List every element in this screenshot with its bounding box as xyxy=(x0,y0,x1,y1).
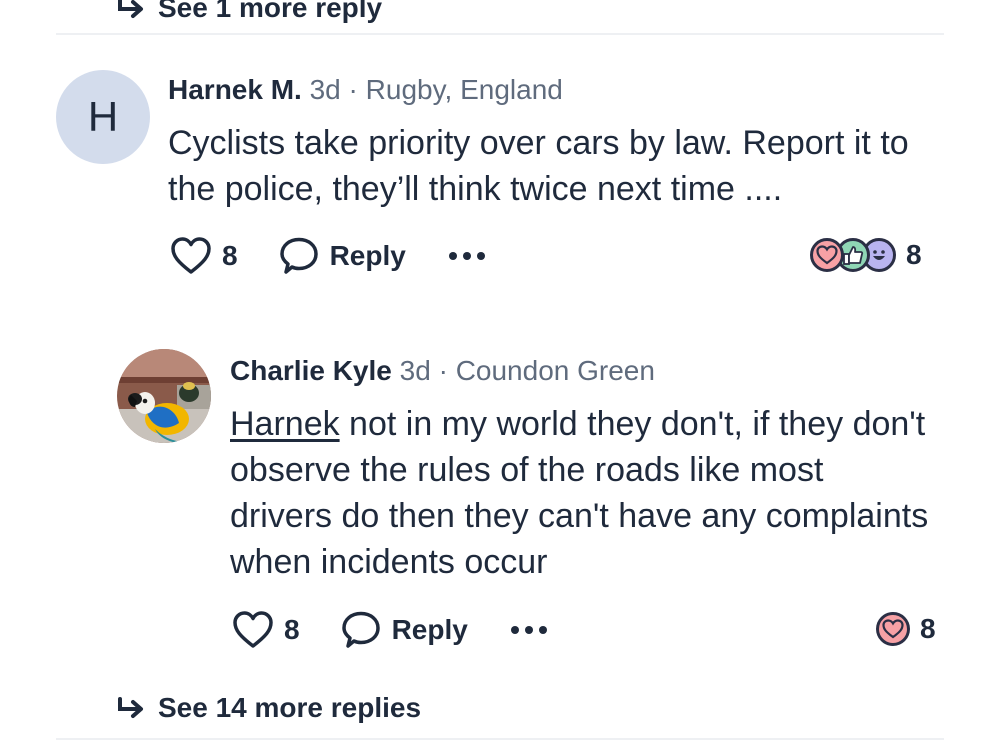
see-more-label: See 1 more reply xyxy=(158,0,383,23)
avatar[interactable]: H xyxy=(56,70,150,164)
heart-outline-icon xyxy=(233,611,273,648)
reply-arrow-icon xyxy=(118,697,143,718)
reply-button[interactable]: Reply xyxy=(278,236,406,276)
reactions-summary[interactable]: 8 xyxy=(810,238,922,272)
comment-age: 3d xyxy=(399,355,431,386)
author-name[interactable]: Harnek M. xyxy=(168,74,302,105)
reaction-count: 8 xyxy=(906,239,922,270)
author-name[interactable]: Charlie Kyle xyxy=(230,355,392,386)
reaction-count: 8 xyxy=(920,613,936,644)
reply-label: Reply xyxy=(391,614,468,645)
meta-separator: · xyxy=(438,355,448,386)
divider xyxy=(56,33,944,35)
reply-label: Reply xyxy=(329,240,406,271)
speech-bubble-icon xyxy=(341,611,380,648)
reply-arrow-icon xyxy=(118,0,143,18)
author-location: Coundon Green xyxy=(455,355,655,386)
comment-meta: Charlie Kyle 3d · Coundon Green xyxy=(230,355,655,387)
ellipsis-icon xyxy=(448,252,485,260)
comment-actions: 8 Reply xyxy=(170,236,486,276)
speech-bubble-icon xyxy=(279,237,318,274)
comment-body: Cyclists take priority over cars by law.… xyxy=(168,124,909,208)
see-more-replies-link[interactable]: See 14 more replies xyxy=(116,692,421,724)
reactions-summary[interactable]: 8 xyxy=(876,612,936,646)
meta-separator: · xyxy=(348,74,358,105)
comment-actions: 8 Reply xyxy=(232,610,548,650)
like-count: 8 xyxy=(284,614,300,645)
comment-age: 3d xyxy=(309,74,341,105)
heart-reaction-icon xyxy=(876,612,910,646)
like-button[interactable]: 8 xyxy=(232,610,300,650)
divider xyxy=(56,738,944,740)
more-options-button[interactable] xyxy=(448,251,486,261)
like-button[interactable]: 8 xyxy=(170,236,238,276)
avatar[interactable] xyxy=(117,349,211,443)
author-location: Rugby, England xyxy=(365,74,563,105)
see-more-label: See 14 more replies xyxy=(158,692,422,723)
heart-reaction-icon xyxy=(810,238,844,272)
comment-meta: Harnek M. 3d · Rugby, England xyxy=(168,74,563,106)
parrot-photo-avatar xyxy=(117,349,211,443)
mention-link[interactable]: Harnek xyxy=(230,405,340,443)
ellipsis-icon xyxy=(510,626,547,634)
more-options-button[interactable] xyxy=(510,625,548,635)
heart-outline-icon xyxy=(171,237,211,274)
comment-body: Harnek not in my world they don't, if th… xyxy=(230,401,930,585)
like-count: 8 xyxy=(222,240,238,271)
see-more-replies-link[interactable]: See 1 more reply xyxy=(116,0,382,24)
reply-button[interactable]: Reply xyxy=(340,610,468,650)
avatar-initial: H xyxy=(87,93,119,140)
